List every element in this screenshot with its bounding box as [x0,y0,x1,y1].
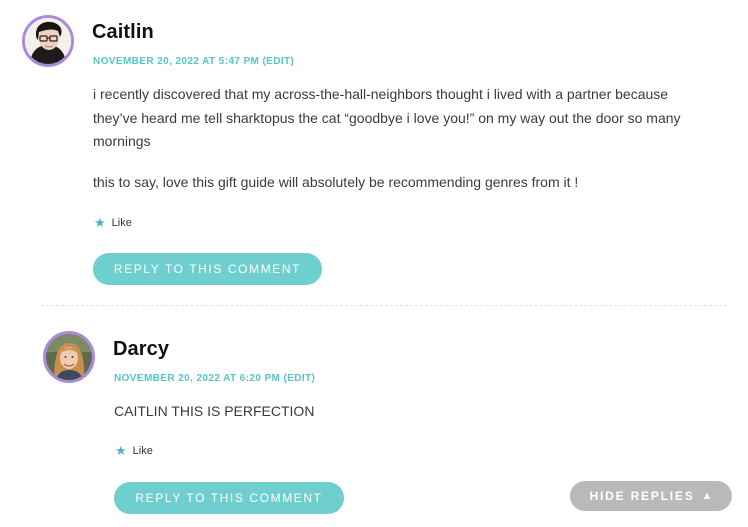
reply-button[interactable]: REPLY TO THIS COMMENT [93,253,322,285]
like-label: Like [132,444,153,457]
like-button[interactable]: ★ Like [115,444,153,457]
comment-divider [41,305,727,306]
comment-paragraph: CAITLIN THIS IS PERFECTION [114,403,315,419]
comment-meta: NOVEMBER 20, 2022 AT 5:47 PM (EDIT) [93,56,294,67]
comment-date-link[interactable]: NOVEMBER 20, 2022 AT 6:20 PM [114,373,280,384]
reply-button[interactable]: REPLY TO THIS COMMENT [114,482,344,514]
comments-section: Caitlin NOVEMBER 20, 2022 AT 5:47 PM (ED… [0,0,748,527]
star-icon: ★ [94,215,106,230]
comment-body: CAITLIN THIS IS PERFECTION [114,400,704,424]
avatar[interactable] [22,15,74,67]
like-label: Like [111,216,132,229]
user-avatar-photo-icon [46,334,92,380]
comment-author[interactable]: Darcy [113,338,169,361]
comment-paragraph: this to say, love this gift guide will a… [93,173,579,190]
star-icon: ★ [115,443,127,458]
triangle-up-icon: ▲ [701,490,713,502]
comment-paragraph: i recently discovered that my across-the… [93,86,681,149]
hide-replies-label: HIDE REPLIES [589,489,695,503]
comment-meta: NOVEMBER 20, 2022 AT 6:20 PM (EDIT) [114,373,315,384]
comment-author[interactable]: Caitlin [92,21,154,44]
comment-date-link[interactable]: NOVEMBER 20, 2022 AT 5:47 PM [93,56,259,67]
avatar[interactable] [43,331,95,383]
like-button[interactable]: ★ Like [94,216,132,229]
edit-link[interactable]: (EDIT) [283,373,315,384]
hide-replies-button[interactable]: HIDE REPLIES ▲ [570,481,732,511]
edit-link[interactable]: (EDIT) [262,56,294,67]
user-avatar-photo-icon [25,18,71,64]
comment-body: i recently discovered that my across-the… [93,83,705,194]
